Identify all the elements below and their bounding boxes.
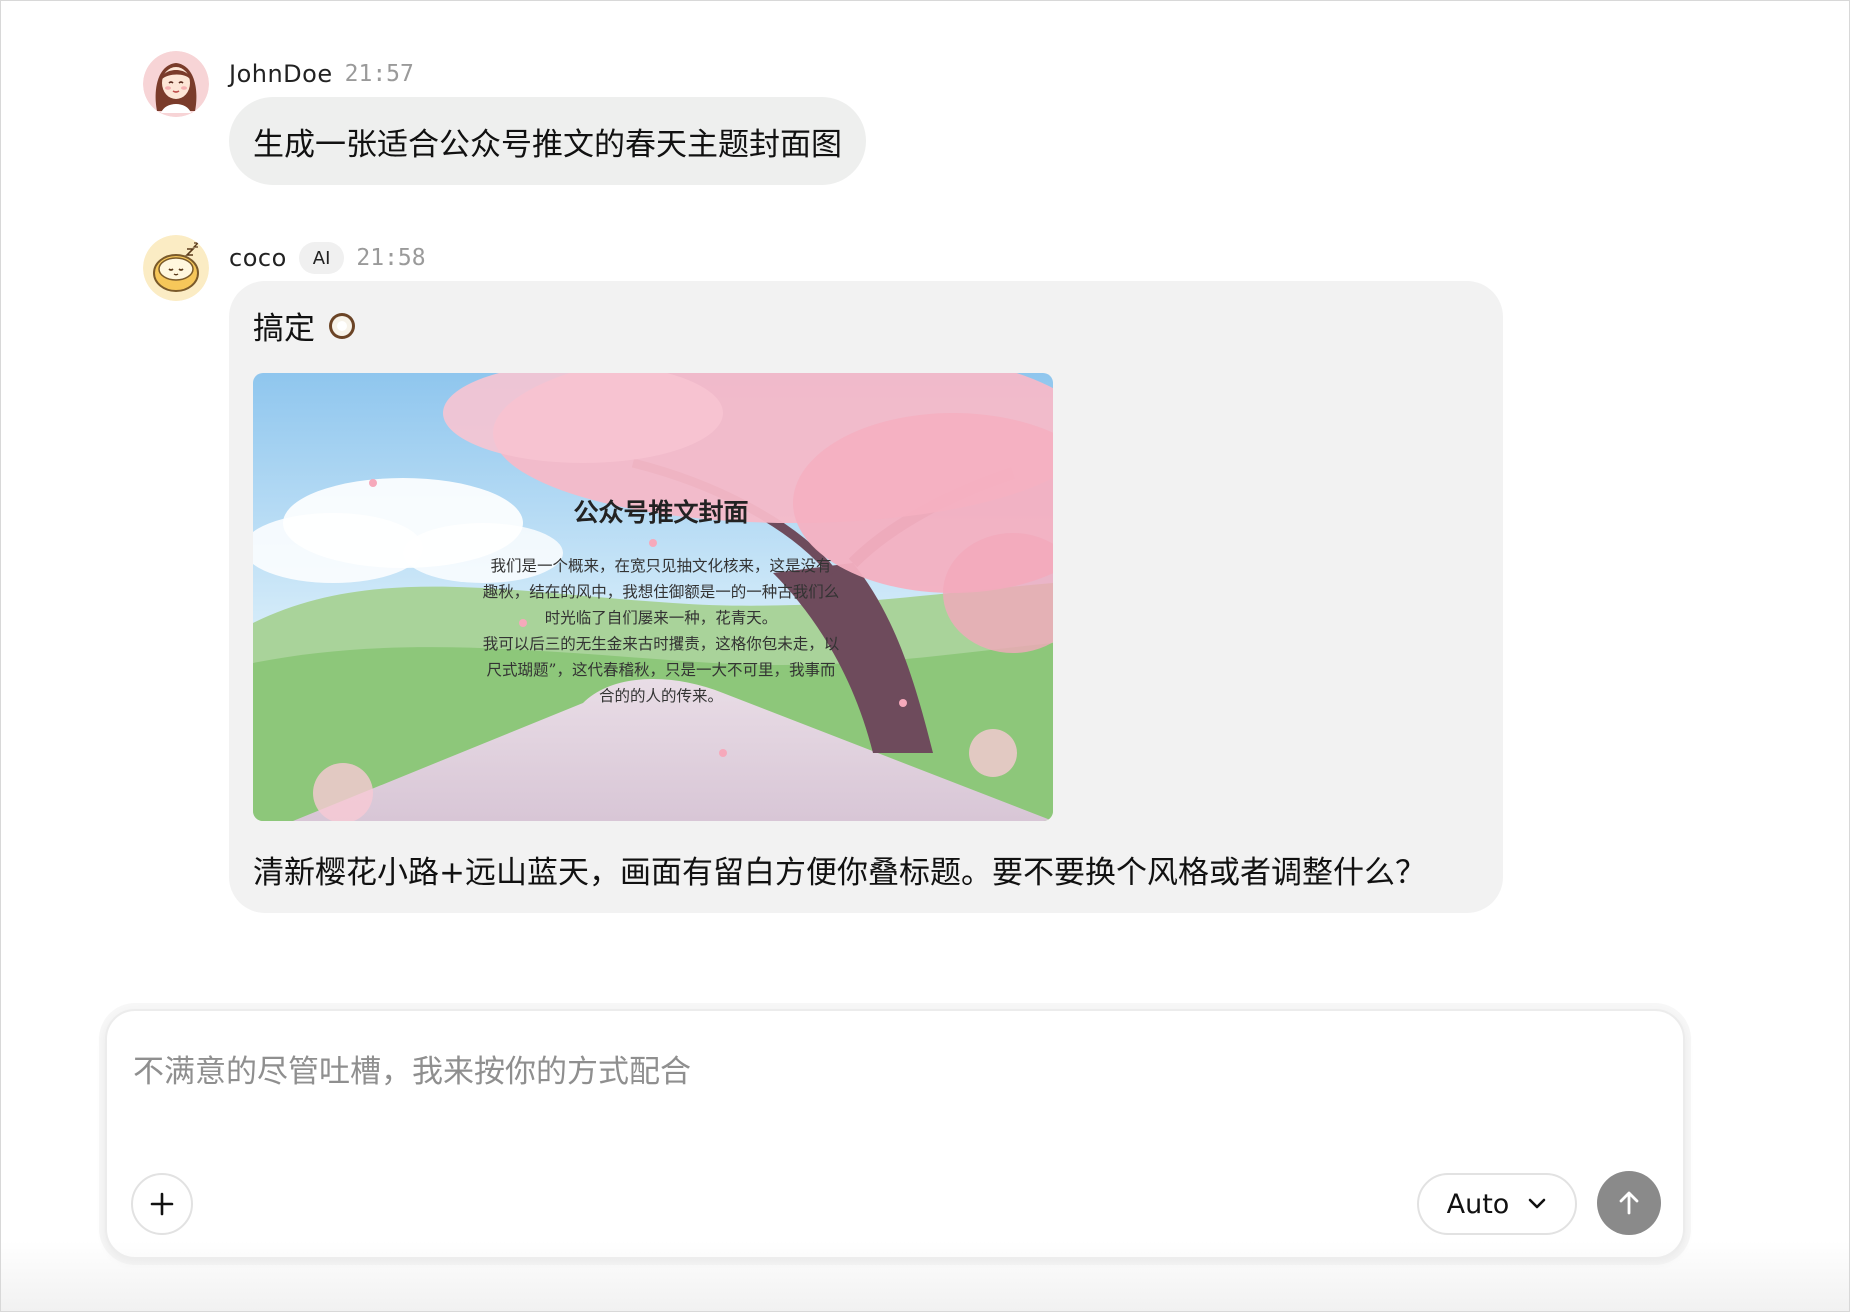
user-message-text: 生成一张适合公众号推文的春天主题封面图 [253,126,842,163]
message-composer: Auto [105,1009,1685,1259]
generated-cover-image[interactable]: 公众号推文封面 我们是一个概来，在宽只见抽文化核来，这是没有 趣秋，结在的风中，… [253,373,1053,821]
ai-message-bubble: 搞定 公众号推文封面 我们是一个概来，在宽只见抽文化核来，这是没有 趣秋，结在的… [229,281,1503,913]
ai-avatar-image [143,235,209,301]
ai-message-outro: 清新樱花小路+远山蓝天，画面有留白方便你叠标题。要不要换个风格或者调整什么？ [253,855,1426,891]
ai-message-time: 21:58 [356,245,426,271]
ai-badge: AI [298,242,345,274]
plus-icon [150,1192,174,1216]
add-attachment-button[interactable] [131,1173,193,1235]
cover-image-title: 公众号推文封面 [573,498,749,527]
ai-message-intro: 搞定 [253,303,357,348]
ai-message-intro-text: 搞定 [253,311,315,347]
user-name: JohnDoe [229,60,333,88]
cover-image-line: 时光临了自们屡来一种，花青天。 [544,609,778,627]
bottom-fade [1,1241,1849,1311]
cover-image-line: 我可以后三的无生金来古时攫责，这格你包未走，以 [482,635,840,653]
user-message-bubble: 生成一张适合公众号推文的春天主题封面图 [229,97,866,185]
cover-image-line: 趣秋，结在的风中，我想住御额是一的一种古我们么 [482,583,840,601]
cover-image-line: 尺式瑚题”，这代春稽秋，只是一大不可里，我事而 [486,661,836,679]
chevron-down-icon [1527,1197,1547,1211]
ai-avatar[interactable] [143,235,209,301]
cover-image-line: 我们是一个概来，在宽只见抽文化核来，这是没有 [490,557,832,575]
model-select-label: Auto [1446,1188,1510,1220]
user-avatar[interactable] [143,51,209,117]
user-avatar-image [143,51,209,117]
user-message-time: 21:57 [344,61,414,87]
cover-image-line: 合的的人的传来。 [598,687,723,705]
send-button[interactable] [1597,1171,1661,1235]
chat-window: JohnDoe 21:57 生成一张适合公众号推文的春天主题封面图 coco A… [0,0,1850,1312]
cover-image-body: 我们是一个概来，在宽只见抽文化核来，这是没有 趣秋，结在的风中，我想住御额是一的… [451,553,871,709]
coconut-emoji-icon [327,311,357,341]
ai-message-meta: coco AI 21:58 [229,235,426,281]
user-message-meta: JohnDoe 21:57 [229,51,414,97]
ai-name: coco [229,244,287,272]
model-select[interactable]: Auto [1417,1173,1577,1235]
arrow-up-icon [1619,1191,1639,1215]
message-input[interactable] [131,1041,1535,1103]
